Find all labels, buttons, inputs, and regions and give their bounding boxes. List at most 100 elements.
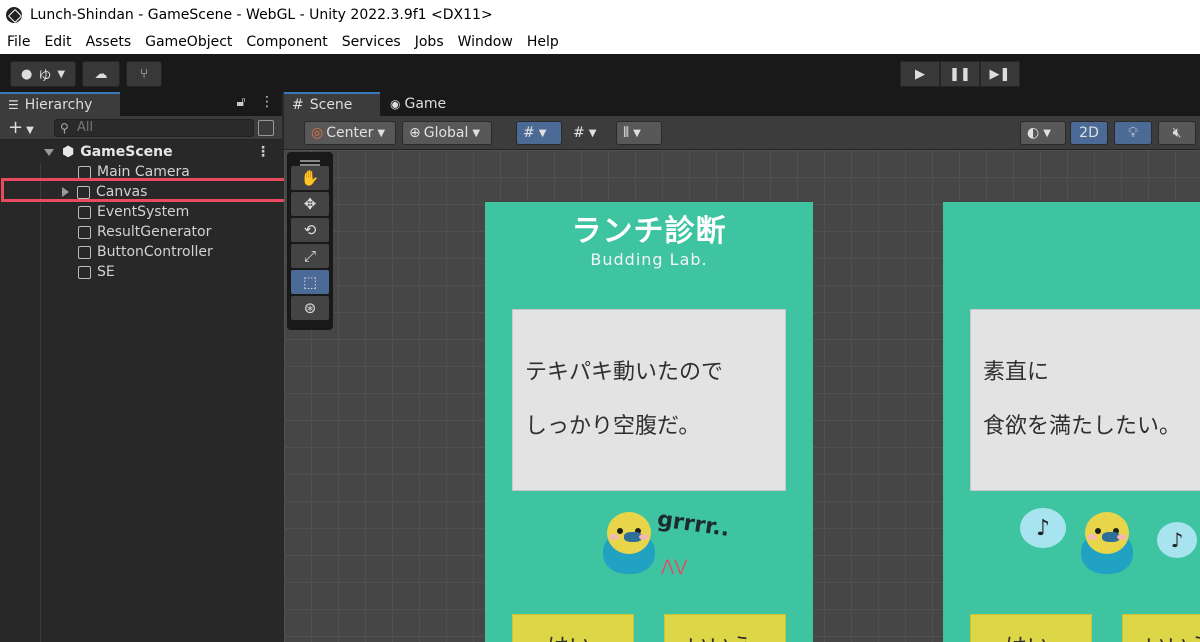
search-icon: ⚲ <box>60 121 69 135</box>
scale-tool-button[interactable]: ⤢ <box>291 244 329 268</box>
menu-file[interactable]: File <box>7 34 30 50</box>
account-icon: ● <box>20 66 33 82</box>
chevron-down-icon: ▼ <box>26 125 34 136</box>
hierarchy-tab-tools: 🔓︎ ⋮ <box>236 94 274 110</box>
grid-snap-icon: # <box>523 125 535 141</box>
shading-mode-dropdown[interactable]: ◐ ▼ <box>1020 121 1066 145</box>
play-controls: ▶ ❚❚ ▶❚ <box>900 61 1020 87</box>
bird-character-icon <box>603 512 655 574</box>
step-button[interactable]: ▶❚ <box>980 61 1020 87</box>
game-tab-label: Game <box>404 96 447 112</box>
menu-gameobject[interactable]: GameObject <box>145 34 232 50</box>
card-title: ランチ診断 <box>571 214 727 249</box>
chevron-down-icon: ▼ <box>472 127 481 139</box>
hand-icon: ✋ <box>300 169 320 187</box>
main-toolbar: ● ゆ ▼ ☁ ⑂ ▶ ❚❚ ▶❚ <box>0 54 1200 92</box>
create-button[interactable]: + ▼ <box>8 117 34 138</box>
no-button[interactable]: いいえ <box>1122 614 1200 642</box>
space-mode-dropdown[interactable]: ⊕ Global ▼ <box>402 121 492 145</box>
cloud-button[interactable]: ☁ <box>82 61 120 87</box>
mode-2d-toggle[interactable]: 2D <box>1070 121 1108 145</box>
scale-icon: ⤢ <box>303 247 316 265</box>
gameobject-cube-icon <box>78 165 91 179</box>
window-titlebar: Lunch-Shindan - GameScene - WebGL - Unit… <box>0 0 1200 30</box>
unity-logo-icon <box>6 7 22 23</box>
menu-bar: File Edit Assets GameObject Component Se… <box>0 30 1200 54</box>
tab-scene[interactable]: # Scene <box>284 92 380 116</box>
chevron-down-icon: ▼ <box>377 127 386 139</box>
scene-name: GameScene <box>80 144 173 160</box>
chevron-down-icon: ▼ <box>588 127 597 139</box>
more-menu-icon[interactable]: ⋮ <box>260 94 274 110</box>
ruler-dropdown[interactable]: ⦀ ▼ <box>616 121 662 145</box>
question-line-1: テキパキ動いたので <box>525 360 724 385</box>
hierarchy-search-row: + ▼ ⚲ All <box>0 116 282 140</box>
gameobject-cube-icon <box>78 225 91 239</box>
unity-scene-icon: ⬢ <box>62 144 75 160</box>
menu-assets[interactable]: Assets <box>86 34 132 50</box>
no-button[interactable]: いいえ <box>664 614 786 642</box>
account-dropdown[interactable]: ● ゆ ▼ <box>10 61 76 87</box>
pause-button[interactable]: ❚❚ <box>940 61 980 87</box>
lock-icon[interactable]: 🔓︎ <box>236 94 245 110</box>
scene-tabbar: # Scene ◉ Game <box>284 92 1200 116</box>
scene-more-icon[interactable]: ⋮ <box>256 144 270 160</box>
scene-row[interactable]: ⬢ GameScene ⋮ <box>0 142 282 162</box>
canvas-card-2[interactable]: 素直に 食欲を満たしたい。 ♪ ♪ はい いいえ <box>943 202 1200 642</box>
canvas-card-1[interactable]: ランチ診断 Budding Lab. テキパキ動いたので しっかり空腹だ。 gr… <box>485 202 813 642</box>
pivot-mode-dropdown[interactable]: ◎ Center ▼ <box>304 121 396 145</box>
hierarchy-panel: ☰ Hierarchy 🔓︎ ⋮ + ▼ ⚲ All ⬢ GameScene ⋮ … <box>0 92 287 642</box>
menu-jobs[interactable]: Jobs <box>415 34 444 50</box>
window-title: Lunch-Shindan - GameScene - WebGL - Unit… <box>30 7 493 23</box>
music-note-bubble-icon: ♪ <box>1020 508 1066 548</box>
gameobject-cube-icon <box>78 205 91 219</box>
yes-label: はい <box>547 629 591 642</box>
version-control-button[interactable]: ⑂ <box>126 61 162 87</box>
menu-component[interactable]: Component <box>246 34 327 50</box>
move-tool-button[interactable]: ✥ <box>291 192 329 216</box>
lighting-toggle[interactable]: 💡︎ <box>1114 121 1152 145</box>
branch-icon: ⑂ <box>140 66 148 82</box>
lightbulb-icon: 💡︎ <box>1128 125 1138 141</box>
scene-visibility-icon[interactable] <box>258 120 274 136</box>
music-note-bubble-icon: ♪ <box>1157 522 1197 558</box>
list-item[interactable]: EventSystem <box>0 202 282 222</box>
cloud-icon: ☁ <box>94 66 108 82</box>
menu-edit[interactable]: Edit <box>44 34 71 50</box>
item-label: EventSystem <box>97 204 190 220</box>
rect-tool-button[interactable]: ⬚ <box>291 270 329 294</box>
chevron-down-icon: ▼ <box>633 127 641 139</box>
snap-icon: # <box>573 125 585 141</box>
move-icon: ✥ <box>303 195 317 213</box>
canvas-highlight-annotation <box>1 178 287 202</box>
hierarchy-search-input[interactable]: ⚲ All <box>54 119 254 137</box>
yes-button[interactable]: はい <box>970 614 1092 642</box>
increment-snap-toggle[interactable]: # ▼ <box>566 121 612 145</box>
drag-handle[interactable] <box>300 160 320 162</box>
menu-window[interactable]: Window <box>458 34 513 50</box>
rotate-tool-button[interactable]: ⟲ <box>291 218 329 242</box>
list-item[interactable]: SE <box>0 262 282 282</box>
tab-hierarchy[interactable]: ☰ Hierarchy <box>0 92 120 116</box>
yes-button[interactable]: はい <box>512 614 634 642</box>
space-label: Global <box>423 125 469 141</box>
menu-services[interactable]: Services <box>342 34 401 50</box>
hand-tool-button[interactable]: ✋ <box>291 166 329 190</box>
mute-icon: 🔇︎ <box>1172 125 1182 141</box>
card-subtitle: Budding Lab. <box>590 250 708 269</box>
rotate-icon: ⟲ <box>303 221 317 239</box>
tab-game[interactable]: ◉ Game <box>382 92 462 116</box>
chevron-down-icon: ▼ <box>1043 127 1051 139</box>
grid-snap-toggle[interactable]: # ▼ <box>516 121 562 145</box>
audio-toggle[interactable]: 🔇︎ <box>1158 121 1196 145</box>
play-button[interactable]: ▶ <box>900 61 940 87</box>
transform-tool-button[interactable]: ⊛ <box>291 296 329 320</box>
bird-character-icon <box>1081 512 1133 574</box>
list-item[interactable]: ResultGenerator <box>0 222 282 242</box>
expand-arrow-icon[interactable] <box>44 148 54 156</box>
menu-help[interactable]: Help <box>527 34 559 50</box>
pause-icon: ❚❚ <box>949 66 971 82</box>
list-item[interactable]: ButtonController <box>0 242 282 262</box>
step-icon: ▶❚ <box>989 66 1011 82</box>
question-line-2: しっかり空腹だ。 <box>525 414 701 439</box>
